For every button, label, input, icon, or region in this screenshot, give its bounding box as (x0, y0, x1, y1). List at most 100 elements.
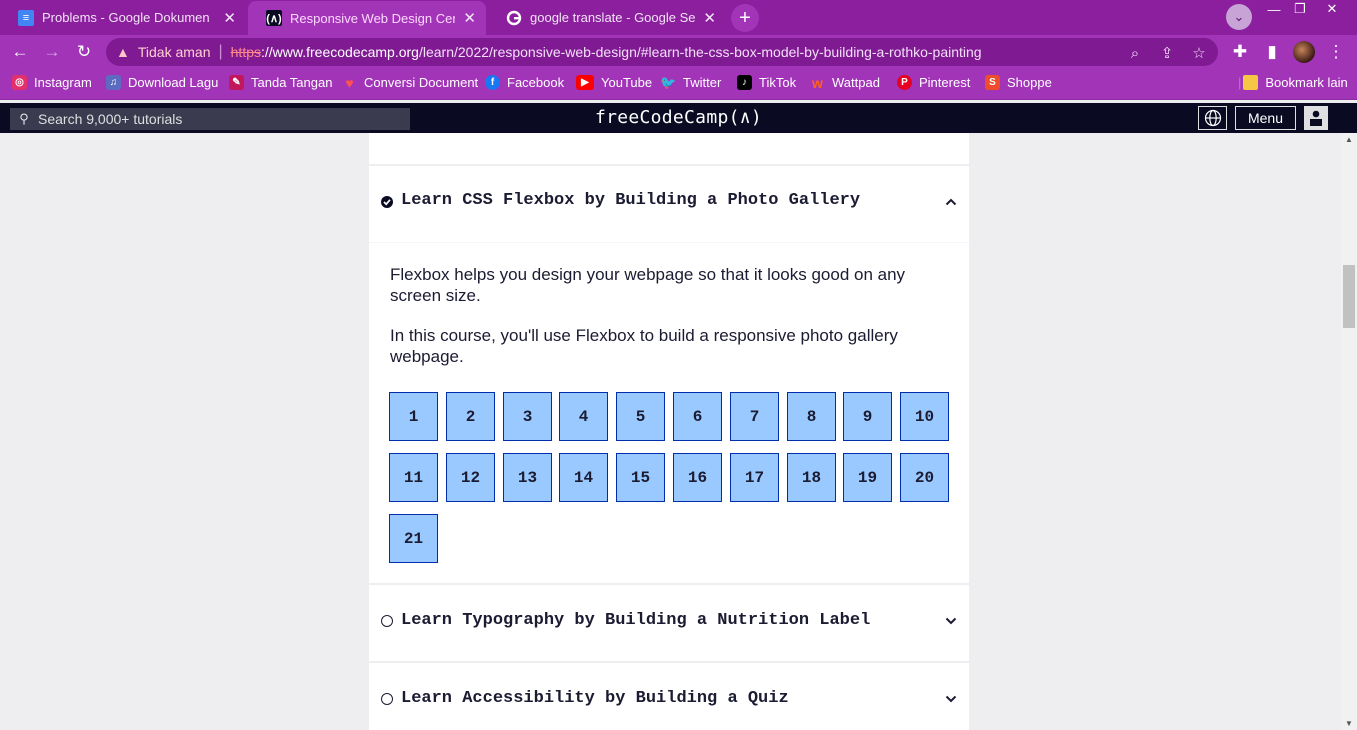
tab-title: Problems - Google Dokumen (42, 10, 210, 25)
step-button[interactable]: 8 (787, 392, 836, 441)
chevron-down-icon[interactable] (943, 691, 959, 707)
curriculum-column: Learn CSS Flexbox by Building a Photo Ga… (369, 133, 969, 730)
step-button[interactable]: 13 (503, 453, 552, 502)
step-button[interactable]: 20 (900, 453, 949, 502)
bookmark-pinterest[interactable]: P Pinterest (897, 75, 970, 90)
block-title: Learn Accessibility by Building a Quiz (401, 689, 789, 708)
block-header[interactable]: Learn Typography by Building a Nutrition… (369, 585, 969, 661)
step-button[interactable]: 1 (389, 392, 438, 441)
language-globe-icon[interactable] (1198, 106, 1227, 130)
security-label[interactable]: Tidak aman (138, 44, 211, 60)
tab-freecodecamp[interactable]: (∧) Responsive Web Design Certifica ✕ (248, 1, 486, 35)
scroll-up-arrow-icon[interactable]: ▲ (1341, 133, 1357, 145)
block-accessibility-quiz: Learn Accessibility by Building a Quiz (369, 663, 969, 730)
close-tab-icon[interactable]: ✕ (703, 9, 716, 27)
bookmark-other-folder[interactable]: | Bookmark lain (1238, 75, 1348, 90)
tab-title: google translate - Google Search (530, 10, 696, 25)
close-tab-icon[interactable]: ✕ (463, 9, 476, 27)
back-arrow-icon[interactable]: ← (8, 40, 32, 64)
chevron-down-icon[interactable] (943, 613, 959, 629)
step-button[interactable]: 10 (900, 392, 949, 441)
instagram-icon: ◎ (12, 75, 27, 90)
step-button[interactable]: 9 (843, 392, 892, 441)
forward-arrow-icon[interactable]: → (40, 40, 64, 64)
reload-icon[interactable]: ↻ (72, 40, 96, 64)
block-intro-paragraph: Flexbox helps you design your webpage so… (390, 265, 906, 305)
bookmark-tanda-tangan[interactable]: ✎ Tanda Tangan (229, 75, 332, 90)
step-button[interactable]: 11 (389, 453, 438, 502)
fcc-logo[interactable]: freeCodeCamp(∧) (0, 107, 1357, 128)
bookmark-shoppe[interactable]: S Shoppe (985, 75, 1052, 90)
kebab-menu-icon[interactable]: ⋮ (1324, 40, 1348, 64)
tab-search-chevron-icon[interactable]: ⌄ (1226, 4, 1252, 30)
scrollbar-thumb[interactable] (1343, 265, 1355, 328)
bookmark-label: YouTube (601, 75, 653, 90)
bookmark-tiktok[interactable]: ♪ TikTok (737, 75, 796, 90)
chevron-up-icon[interactable] (943, 194, 959, 210)
music-icon: ♫ (106, 75, 121, 90)
zoom-search-icon[interactable]: ⌕ (1125, 43, 1145, 63)
wattpad-icon: w (812, 74, 823, 91)
block-header[interactable]: Learn CSS Flexbox by Building a Photo Ga… (369, 166, 969, 242)
tab-title: Responsive Web Design Certifica (290, 10, 456, 26)
block-header[interactable]: Learn Accessibility by Building a Quiz (369, 663, 969, 730)
freecodecamp-icon: (∧) (266, 10, 282, 26)
step-button[interactable]: 14 (559, 453, 608, 502)
page-scrollbar[interactable]: ▲ ▼ (1341, 133, 1357, 730)
bookmark-download-lagu[interactable]: ♫ Download Lagu (106, 75, 218, 90)
tab-google-search[interactable]: google translate - Google Search ✕ (488, 0, 726, 35)
address-bar[interactable]: ▲ Tidak aman | https://www.freecodecamp.… (106, 38, 1218, 66)
divider: | (218, 43, 223, 60)
bookmark-wattpad[interactable]: w Wattpad (810, 74, 880, 91)
step-button[interactable]: 16 (673, 453, 722, 502)
facebook-icon: f (485, 75, 500, 90)
restore-icon[interactable]: ❐ (1286, 0, 1314, 18)
bookmark-facebook[interactable]: f Facebook (485, 75, 564, 90)
new-tab-button[interactable]: + (731, 4, 759, 32)
share-icon[interactable]: ⇪ (1157, 43, 1177, 63)
step-button[interactable]: 17 (730, 453, 779, 502)
step-button[interactable]: 21 (389, 514, 438, 563)
tab-google-docs[interactable]: ≡ Problems - Google Dokumen ✕ (0, 0, 246, 35)
step-button[interactable]: 3 (503, 392, 552, 441)
extensions-puzzle-icon[interactable]: ✚ (1228, 40, 1252, 64)
bookmark-twitter[interactable]: 🐦 Twitter (660, 74, 722, 91)
profile-avatar[interactable] (1293, 41, 1315, 63)
bookmark-label: Tanda Tangan (251, 75, 333, 90)
bookmark-conversi-document[interactable]: ♥ Conversi Document (342, 75, 478, 91)
step-button[interactable]: 2 (446, 392, 495, 441)
step-button[interactable]: 4 (559, 392, 608, 441)
bookmark-youtube[interactable]: ▶ YouTube (576, 75, 652, 90)
warning-icon[interactable]: ▲ (116, 44, 130, 60)
close-window-icon[interactable]: ✕ (1318, 0, 1346, 18)
user-avatar-icon[interactable] (1304, 106, 1328, 130)
step-button[interactable]: 15 (616, 453, 665, 502)
close-tab-icon[interactable]: ✕ (223, 9, 236, 27)
fcc-navbar: ⚲ Search 9,000+ tutorials freeCodeCamp(∧… (0, 103, 1357, 133)
block-intro-paragraph: In this course, you'll use Flexbox to bu… (390, 326, 898, 366)
check-circle-icon (381, 196, 393, 208)
scroll-down-arrow-icon[interactable]: ▼ (1341, 717, 1357, 729)
url-host: ://www.freecodecamp.org (261, 44, 419, 60)
google-docs-icon: ≡ (18, 9, 34, 26)
browser-toolbar: ← → ↻ ▲ Tidak aman | https://www.freecod… (0, 35, 1357, 69)
menu-button[interactable]: Menu (1235, 106, 1296, 130)
twitter-icon: 🐦 (660, 74, 677, 90)
url-text[interactable]: https://www.freecodecamp.org/learn/2022/… (231, 44, 982, 60)
star-icon[interactable]: ☆ (1189, 43, 1209, 63)
side-panel-icon[interactable]: ▮ (1260, 40, 1284, 64)
step-button[interactable]: 5 (616, 392, 665, 441)
step-button[interactable]: 18 (787, 453, 836, 502)
fcc-logo-text: freeCodeCamp (594, 107, 729, 128)
step-button[interactable]: 6 (673, 392, 722, 441)
step-button[interactable]: 7 (730, 392, 779, 441)
signature-icon: ✎ (229, 75, 244, 90)
bookmark-label: Twitter (683, 75, 722, 90)
bookmark-instagram[interactable]: ◎ Instagram (12, 75, 92, 90)
step-button[interactable]: 19 (843, 453, 892, 502)
step-button[interactable]: 12 (446, 453, 495, 502)
bookmark-label: Download Lagu (128, 75, 219, 90)
minimize-icon[interactable]: — (1260, 0, 1288, 18)
bookmark-label: Wattpad (832, 75, 880, 90)
pinterest-icon: P (897, 75, 912, 90)
